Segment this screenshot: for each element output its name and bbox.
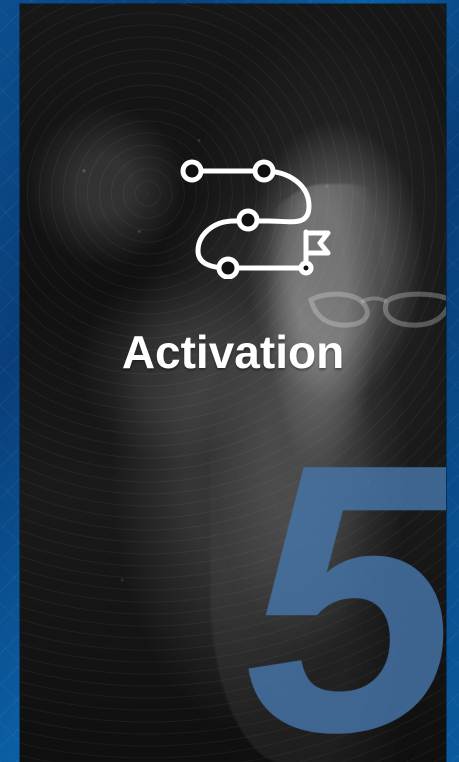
activation-title: Activation (121, 326, 345, 378)
slide-canvas: Activation 5 (0, 0, 459, 762)
route-flag-icon (180, 159, 331, 279)
activation-card: Activation 5 (20, 4, 446, 762)
step-number: 5 (244, 384, 446, 762)
eyeglasses-decoration (308, 291, 446, 328)
